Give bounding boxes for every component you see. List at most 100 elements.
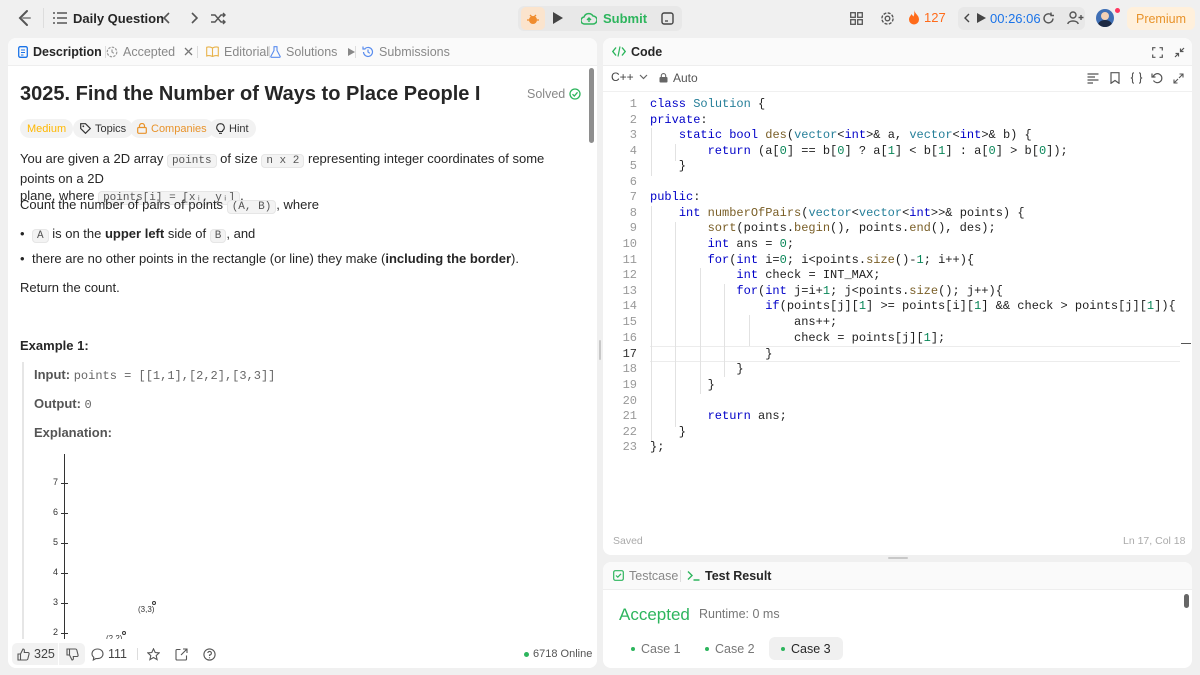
share-icon[interactable]	[174, 647, 188, 661]
code-line-8[interactable]: int numberOfPairs(vector<vector<int>>& p…	[650, 206, 1025, 220]
line-number: 10	[622, 237, 637, 251]
case-tab-1[interactable]: Case 1	[621, 638, 691, 659]
tag-icon	[80, 123, 91, 134]
avatar[interactable]	[1096, 9, 1114, 27]
star-icon[interactable]	[146, 647, 160, 661]
line-number: 14	[622, 299, 637, 313]
next-problem-icon[interactable]	[187, 10, 201, 26]
daily-question-title[interactable]: Daily Question	[73, 11, 164, 26]
tab-testcase[interactable]: Testcase	[613, 562, 678, 590]
code-line-12[interactable]: int check = INT_MAX;	[650, 268, 880, 282]
example-heading: Example 1:	[20, 338, 89, 353]
timer-reset-icon[interactable]	[1041, 11, 1055, 25]
example-input: Input: points = [[1,1],[2,2],[3,3]]	[34, 367, 276, 383]
submit-button[interactable]: Submit	[576, 7, 648, 30]
premium-button[interactable]: Premium	[1127, 7, 1195, 30]
fire-icon	[909, 10, 919, 25]
reset-code-icon[interactable]	[1150, 71, 1164, 85]
code-line-19[interactable]: }	[650, 378, 715, 392]
line-number: 20	[622, 394, 637, 408]
y-tick-label: 7	[53, 477, 59, 487]
difficulty-badge: Medium	[20, 119, 74, 138]
debug-icon[interactable]	[521, 7, 545, 30]
code-line-17[interactable]: }	[650, 347, 772, 361]
horizontal-resize-handle[interactable]	[888, 557, 908, 559]
braces-icon[interactable]	[1129, 71, 1143, 85]
like-button[interactable]: 325	[12, 643, 58, 665]
code-line-10[interactable]: int ans = 0;	[650, 237, 794, 251]
code-line-1[interactable]: class Solution {	[650, 97, 765, 111]
line-number: 11	[622, 253, 637, 267]
verdict: Accepted	[619, 605, 690, 624]
code-line-16[interactable]: check = points[j][1];	[650, 331, 945, 345]
runtime: Runtime: 0 ms	[699, 607, 780, 621]
lightbulb-icon	[216, 123, 225, 134]
tab-code[interactable]: Code	[612, 38, 662, 66]
fullscreen-icon[interactable]	[1151, 46, 1163, 58]
notes-icon[interactable]	[655, 6, 680, 31]
leetcode-logo-icon[interactable]	[16, 9, 34, 27]
code-line-18[interactable]: }	[650, 362, 743, 376]
code-line-9[interactable]: sort(points.begin(), points.end(), des);	[650, 221, 996, 235]
panel-resize-handle[interactable]	[599, 340, 601, 360]
code-line-2[interactable]: private:	[650, 113, 708, 127]
hint-tag[interactable]: Hint	[209, 119, 256, 138]
code-line-15[interactable]: ans++;	[650, 315, 837, 329]
code-line-7[interactable]: public:	[650, 190, 700, 204]
expand-editor-icon[interactable]	[1171, 71, 1185, 85]
top-bar: Daily Question Submit 127 00:26:06 Premi…	[0, 0, 1200, 37]
case-tab-2[interactable]: Case 2	[695, 638, 765, 659]
topics-tag[interactable]: Topics	[73, 119, 134, 138]
line-number: 23	[622, 440, 637, 454]
tab-test-result[interactable]: Test Result	[687, 562, 771, 590]
description-scrollbar[interactable]	[589, 68, 594, 143]
line-number: 9	[629, 221, 637, 235]
collapse-icon[interactable]	[1173, 46, 1185, 58]
timer-play-icon[interactable]	[976, 12, 986, 24]
auto-mode[interactable]: Auto	[659, 71, 698, 85]
streak-counter[interactable]: 127	[908, 10, 946, 25]
line-number: 22	[622, 425, 637, 439]
timer-display[interactable]: 00:26:06	[990, 11, 1041, 26]
format-icon[interactable]	[1086, 71, 1100, 85]
editor-top-border	[603, 91, 1192, 92]
result-scrollbar[interactable]	[1184, 594, 1189, 608]
layout-icon[interactable]	[848, 10, 864, 26]
code-line-4[interactable]: return (a[0] == b[0] ? a[1] < b[1] : a[0…	[650, 144, 1068, 158]
page-title: 3025. Find the Number of Ways to Place P…	[20, 83, 481, 105]
lock-icon	[137, 123, 147, 134]
example-block	[22, 362, 24, 652]
code-line-3[interactable]: static bool des(vector<int>& a, vector<i…	[650, 128, 1032, 142]
bullet-1: • A is on the upper left side of B, and	[20, 226, 256, 243]
dislike-button[interactable]	[59, 643, 85, 665]
timer-collapse-icon[interactable]	[962, 11, 972, 25]
shuffle-icon[interactable]	[210, 10, 226, 26]
line-number: 21	[622, 409, 637, 423]
plot-point	[122, 631, 126, 635]
editor-scrollbar[interactable]	[1181, 343, 1191, 344]
code-line-22[interactable]: }	[650, 425, 686, 439]
line-number: 6	[629, 175, 637, 189]
settings-gear-icon[interactable]	[879, 10, 895, 26]
code-line-23[interactable]: };	[650, 440, 664, 454]
code-line-13[interactable]: for(int j=i+1; j<points.size(); j++){	[650, 284, 1002, 298]
code-line-14[interactable]: if(points[j][1] >= points[i][1] && check…	[650, 299, 1176, 313]
bookmark-icon[interactable]	[1108, 71, 1122, 85]
problem-list-icon[interactable]	[52, 11, 68, 25]
code-line-21[interactable]: return ans;	[650, 409, 787, 423]
code-icon	[612, 46, 626, 57]
result-tab-bar: Testcase Test Result	[603, 562, 1192, 590]
result-panel: Testcase Test Result Accepted Runtime: 0…	[603, 562, 1192, 668]
add-user-icon[interactable]	[1066, 10, 1084, 26]
prev-problem-icon[interactable]	[160, 10, 174, 26]
comments-button[interactable]: 111	[91, 643, 127, 665]
code-line-11[interactable]: for(int i=0; i<points.size()-1; i++){	[650, 253, 975, 267]
run-button[interactable]	[548, 8, 568, 28]
code-line-5[interactable]: }	[650, 159, 686, 173]
language-select[interactable]: C++	[611, 70, 648, 84]
line-number: 3	[629, 128, 637, 142]
line-number: 7	[629, 190, 637, 204]
case-tab-3[interactable]: Case 3	[769, 637, 843, 660]
help-icon[interactable]	[202, 647, 216, 661]
companies-tag[interactable]: Companies	[130, 119, 214, 138]
